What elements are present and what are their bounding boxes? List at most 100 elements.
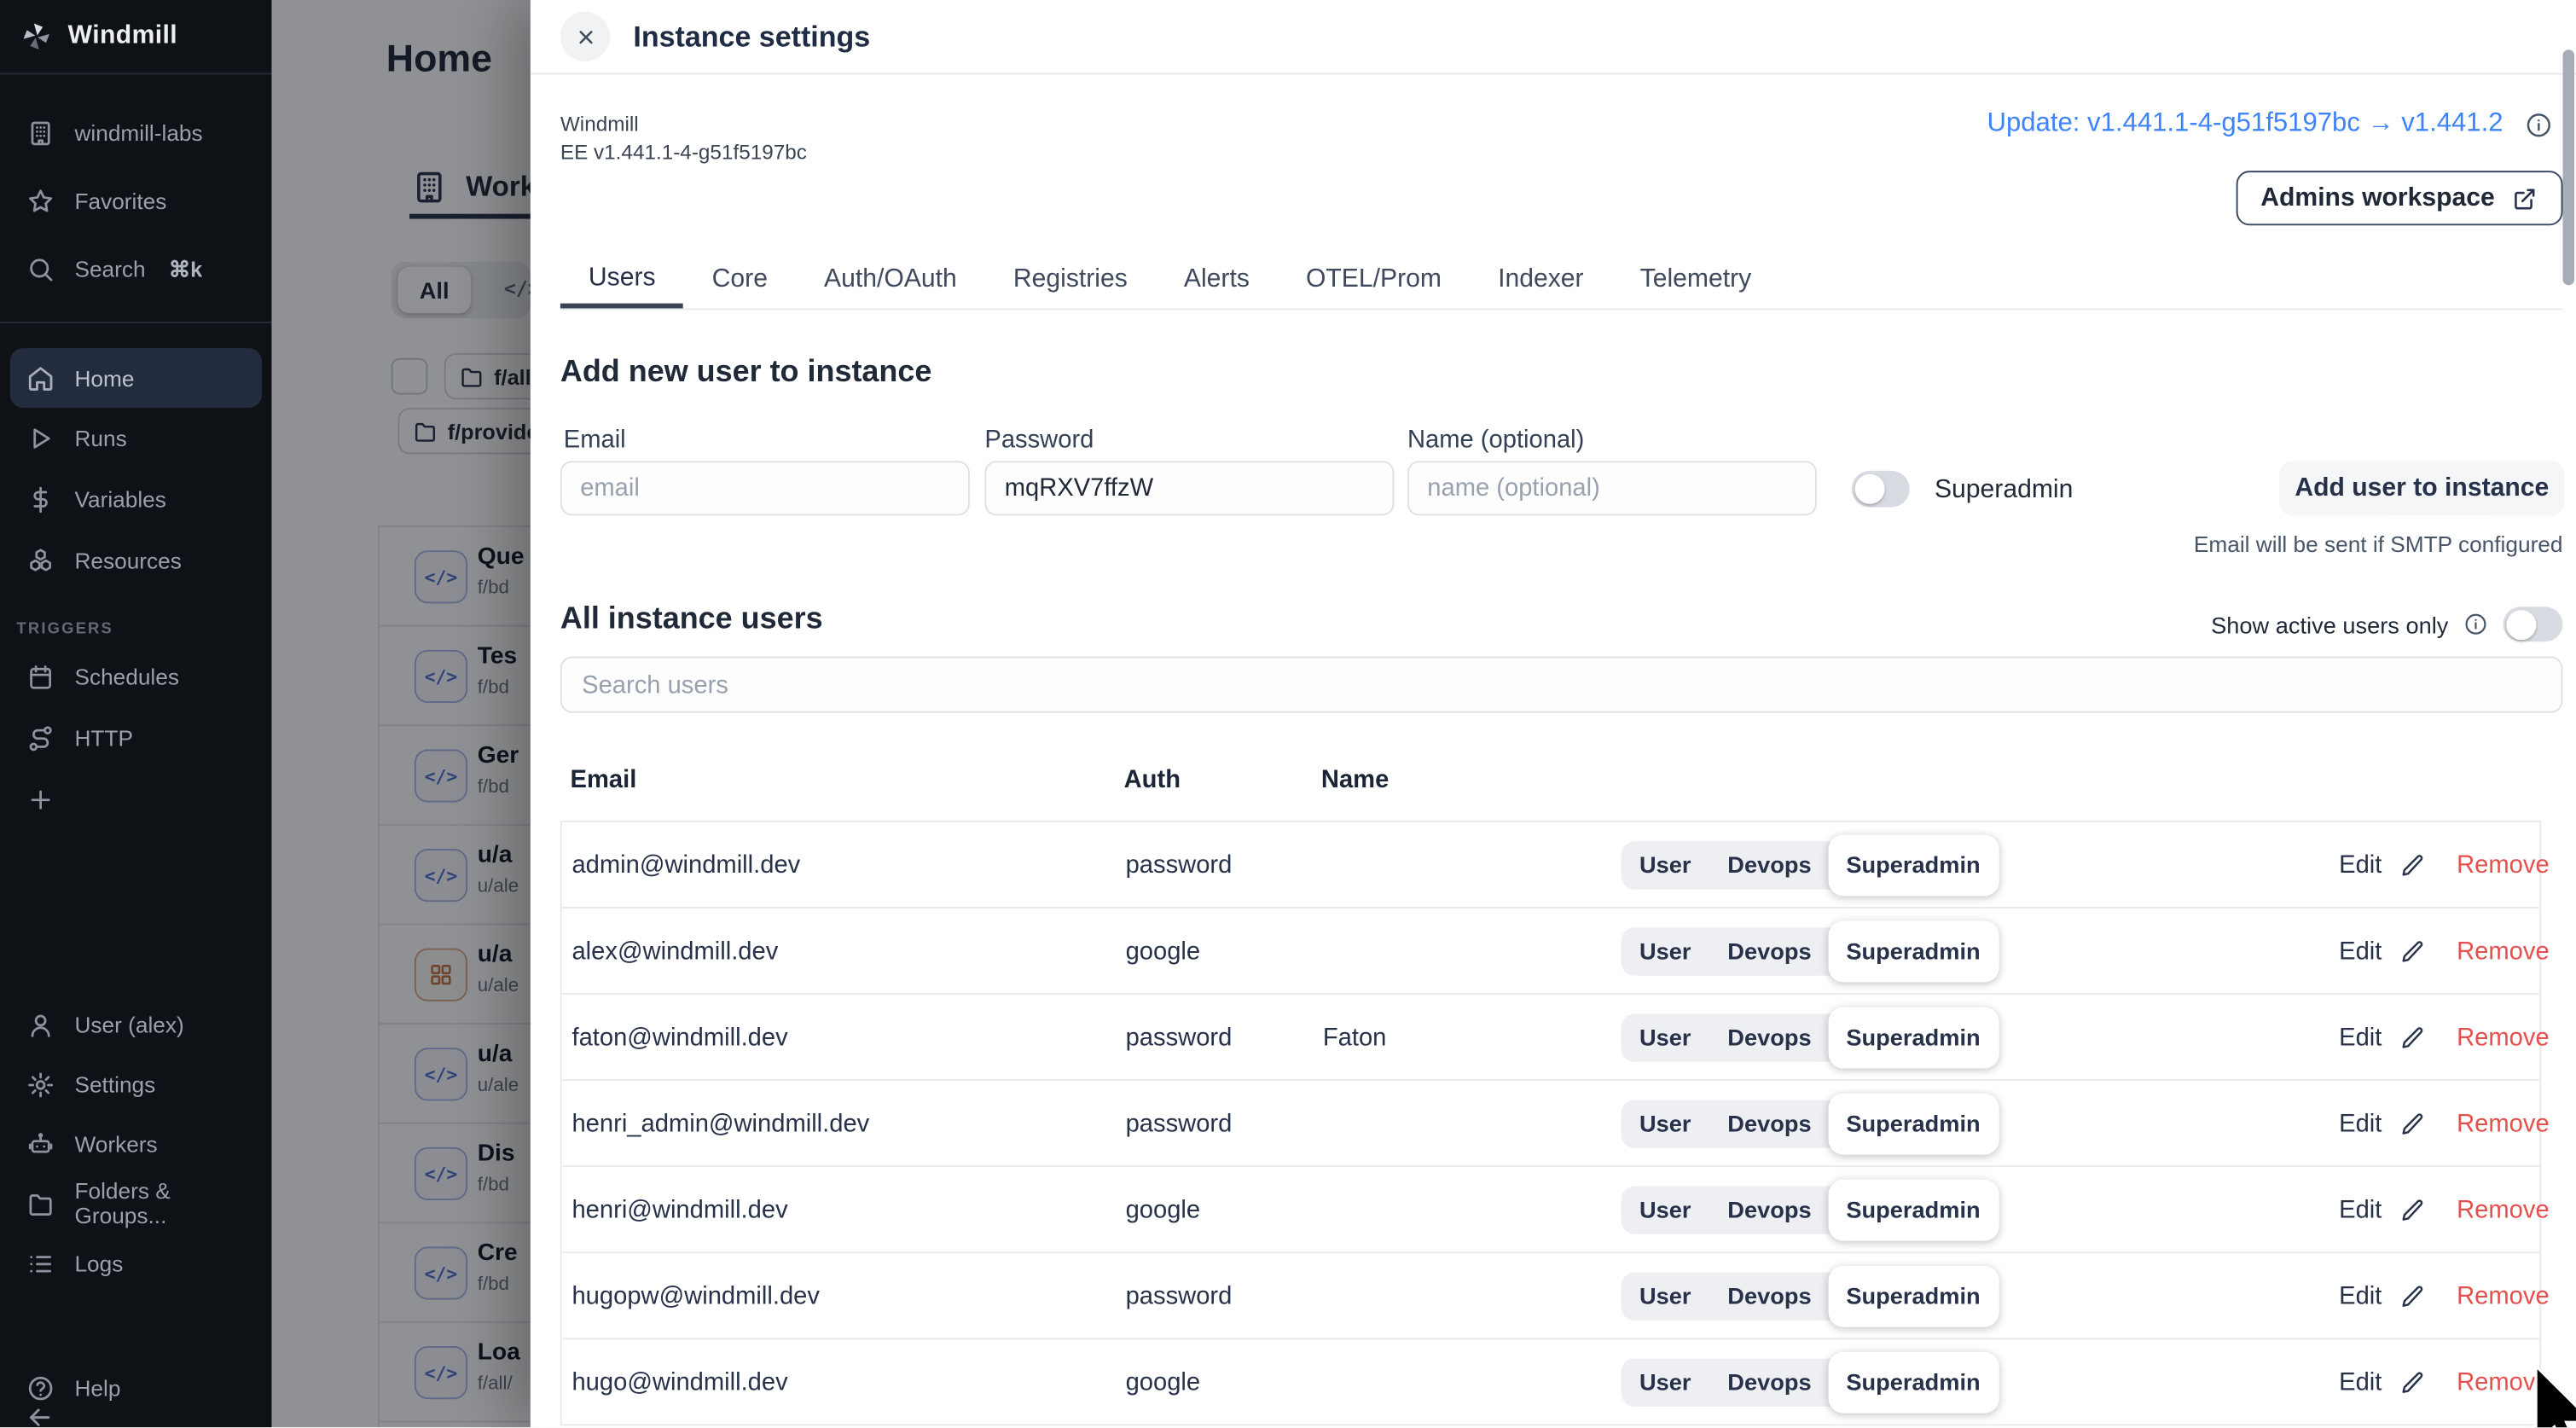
role-option-devops[interactable]: Devops	[1709, 1013, 1830, 1060]
tab-telemetry[interactable]: Telemetry	[1612, 252, 1780, 308]
auth-cell: password	[1126, 1281, 1233, 1309]
edit-button[interactable]: Edit	[2339, 937, 2425, 965]
info-icon[interactable]	[2525, 110, 2553, 138]
tab-registries[interactable]: Registries	[985, 252, 1156, 308]
edit-button[interactable]: Edit	[2339, 1367, 2425, 1396]
password-label: Password	[984, 426, 1094, 454]
sidebar-triggers-nav: SchedulesHTTP	[0, 647, 272, 831]
role-option-devops[interactable]: Devops	[1709, 1099, 1830, 1146]
role-option-user[interactable]: User	[1622, 1358, 1709, 1406]
sidebar-item-search[interactable]: Search⌘k	[0, 235, 272, 304]
edit-button[interactable]: Edit	[2339, 850, 2425, 879]
role-option-superadmin[interactable]: Superadmin	[1828, 1351, 1999, 1413]
role-option-devops[interactable]: Devops	[1709, 1272, 1830, 1320]
add-user-button[interactable]: Add user to instance	[2279, 461, 2564, 515]
sidebar-item-runs[interactable]: Runs	[0, 408, 272, 469]
collapse-sidebar-icon[interactable]	[25, 1402, 55, 1427]
sidebar-item-favorites[interactable]: Favorites	[0, 167, 272, 235]
remove-button[interactable]: Remove	[2457, 1023, 2550, 1051]
sidebar-item-http[interactable]: HTTP	[0, 708, 272, 769]
sidebar-item-label: Resources	[74, 549, 181, 573]
role-option-user[interactable]: User	[1622, 926, 1709, 974]
role-option-user[interactable]: User	[1622, 1272, 1709, 1320]
name-cell: Faton	[1323, 1023, 1387, 1051]
role-option-superadmin[interactable]: Superadmin	[1828, 1007, 1999, 1068]
sidebar-main-nav: Home Runs Variables Resources	[0, 348, 272, 592]
tab-otel-prom[interactable]: OTEL/Prom	[1278, 252, 1470, 308]
tab-core[interactable]: Core	[684, 252, 796, 308]
sidebar-item-logs[interactable]: Logs	[0, 1234, 272, 1293]
tab-auth-oauth[interactable]: Auth/OAuth	[796, 252, 985, 308]
app-logo[interactable]: Windmill	[0, 0, 272, 73]
admins-workspace-label: Admins workspace	[2260, 183, 2495, 213]
drawer-header: Instance settings	[531, 0, 2576, 74]
password-field[interactable]	[984, 461, 1394, 515]
role-option-superadmin[interactable]: Superadmin	[1828, 1265, 1999, 1326]
role-option-devops[interactable]: Devops	[1709, 840, 1830, 888]
remove-button[interactable]: Remove	[2457, 850, 2550, 879]
email-cell: hugopw@windmill.dev	[571, 1281, 819, 1309]
sidebar-item-label: Runs	[74, 426, 126, 450]
edit-button[interactable]: Edit	[2339, 1281, 2425, 1309]
tab-alerts[interactable]: Alerts	[1156, 252, 1278, 308]
role-option-user[interactable]: User	[1622, 840, 1709, 888]
column-auth: Auth	[1124, 766, 1181, 794]
role-option-superadmin[interactable]: Superadmin	[1828, 834, 1999, 896]
remove-button[interactable]: Remove	[2457, 1281, 2550, 1309]
edit-button[interactable]: Edit	[2339, 1109, 2425, 1137]
building-icon	[26, 119, 55, 148]
update-link[interactable]: Update: v1.441.1-4-g51f5197bc → v1.441.2	[1987, 109, 2503, 139]
remove-button[interactable]: Remove	[2457, 1109, 2550, 1137]
scrollbar-thumb[interactable]	[2562, 49, 2574, 285]
tab-users[interactable]: Users	[560, 252, 684, 308]
sidebar-item-add-trigger[interactable]	[0, 769, 272, 831]
sidebar-item-folders-groups[interactable]: Folders & Groups...	[0, 1174, 272, 1234]
name-field[interactable]	[1407, 461, 1817, 515]
remove-button[interactable]: Remove	[2457, 1195, 2550, 1223]
sidebar-item-resources[interactable]: Resources	[0, 531, 272, 592]
users-table-body: admin@windmill.devpasswordUserDevopsSupe…	[560, 821, 2541, 1425]
sidebar-item-label: Settings	[74, 1071, 155, 1096]
role-option-devops[interactable]: Devops	[1709, 926, 1830, 974]
edit-button[interactable]: Edit	[2339, 1195, 2425, 1223]
sidebar-item-workspace[interactable]: windmill-labs	[0, 100, 272, 168]
sidebar-item-settings[interactable]: Settings	[0, 1054, 272, 1114]
superadmin-label: Superadmin	[1935, 476, 2073, 506]
email-field[interactable]	[560, 461, 970, 515]
sidebar-item-variables[interactable]: Variables	[0, 469, 272, 531]
search-users-input[interactable]	[560, 657, 2563, 713]
info-icon[interactable]	[2463, 612, 2488, 636]
table-row: hugo@windmill.devgoogleUserDevopsSuperad…	[562, 1339, 2539, 1425]
remove-button[interactable]: Remove	[2457, 1367, 2550, 1396]
active-users-toggle[interactable]	[2503, 607, 2563, 641]
role-option-user[interactable]: User	[1622, 1013, 1709, 1060]
active-users-filter: Show active users only	[2211, 607, 2562, 641]
edit-button[interactable]: Edit	[2339, 1023, 2425, 1051]
role-option-user[interactable]: User	[1622, 1186, 1709, 1234]
instance-name: Windmill	[560, 111, 807, 139]
sidebar-item-workers[interactable]: Workers	[0, 1114, 272, 1174]
role-option-superadmin[interactable]: Superadmin	[1828, 1093, 1999, 1154]
sidebar-item-home[interactable]: Home	[10, 348, 262, 408]
gear-icon	[26, 1070, 55, 1098]
role-option-devops[interactable]: Devops	[1709, 1186, 1830, 1234]
add-user-heading: Add new user to instance	[560, 353, 932, 390]
sidebar-item-user[interactable]: User (alex)	[0, 995, 272, 1054]
tab-indexer[interactable]: Indexer	[1470, 252, 1612, 308]
role-option-devops[interactable]: Devops	[1709, 1358, 1830, 1406]
instance-settings-drawer: Instance settings Windmill EE v1.441.1-4…	[531, 0, 2576, 1427]
superadmin-toggle[interactable]	[1852, 471, 1910, 508]
table-row: henri@windmill.devgoogleUserDevopsSupera…	[562, 1167, 2539, 1253]
remove-button[interactable]: Remove	[2457, 937, 2550, 965]
all-users-heading: All instance users	[560, 601, 823, 637]
sidebar-divider	[0, 73, 272, 75]
instance-meta: Windmill EE v1.441.1-4-g51f5197bc	[560, 111, 807, 167]
modal-overlay[interactable]	[272, 0, 531, 1427]
admins-workspace-button[interactable]: Admins workspace	[2236, 171, 2562, 225]
role-option-superadmin[interactable]: Superadmin	[1828, 1179, 1999, 1240]
close-button[interactable]	[560, 12, 610, 61]
user-icon	[26, 1011, 55, 1039]
role-option-user[interactable]: User	[1622, 1099, 1709, 1146]
role-option-superadmin[interactable]: Superadmin	[1828, 920, 1999, 982]
sidebar-item-schedules[interactable]: Schedules	[0, 647, 272, 708]
